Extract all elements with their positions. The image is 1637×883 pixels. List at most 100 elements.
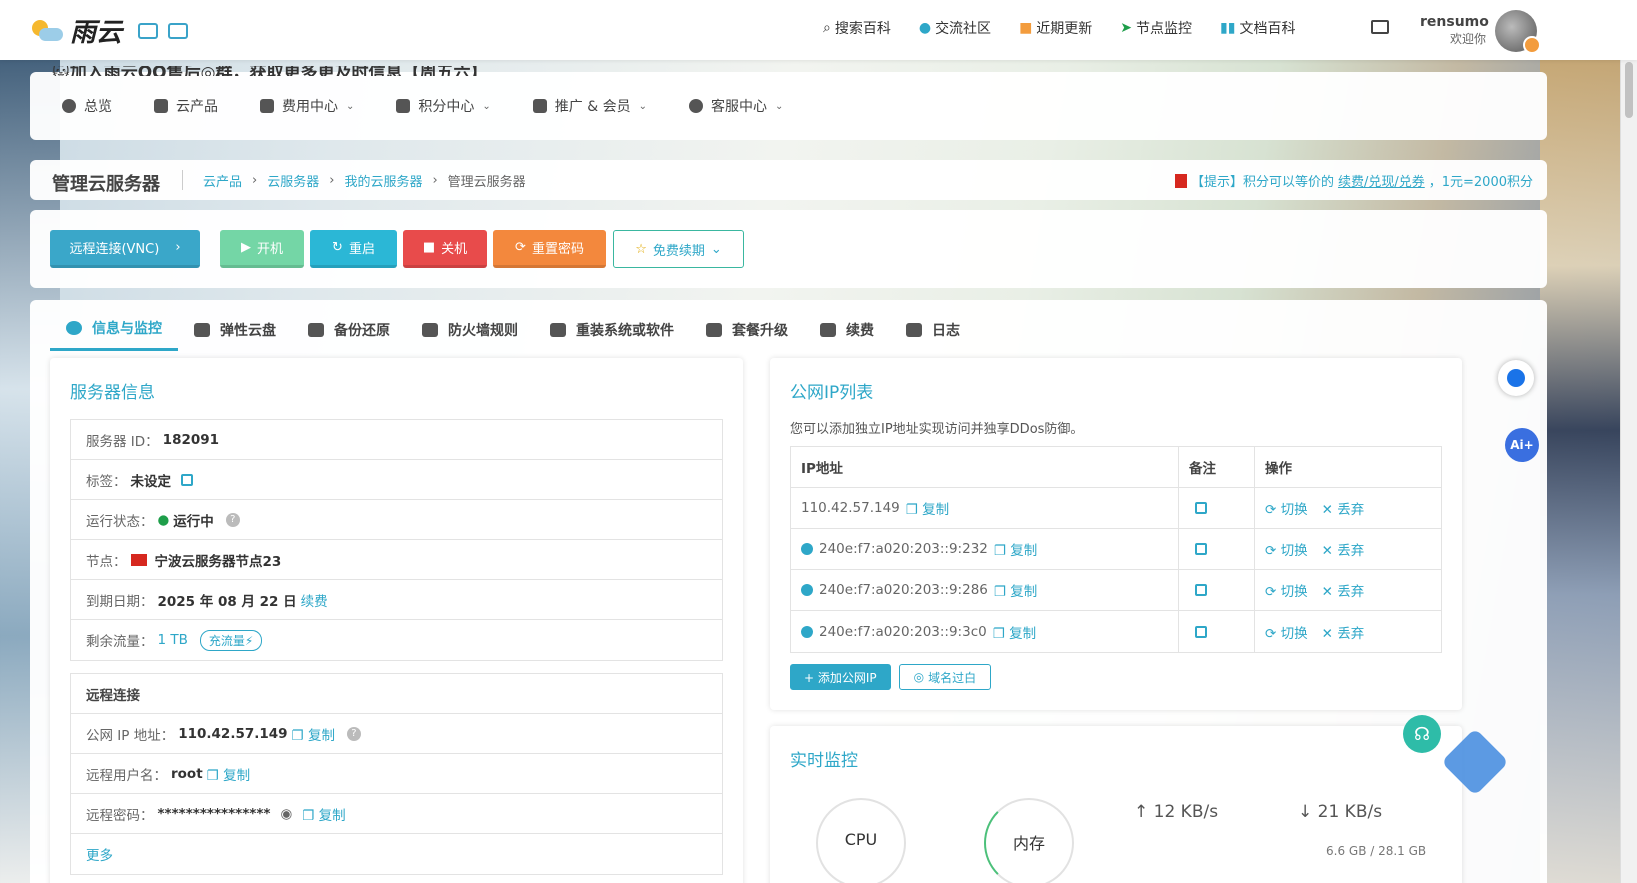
hdd-icon (194, 322, 210, 337)
chevron-right-icon: › (175, 240, 181, 255)
menu-item-promotion[interactable]: 推广 & 会员 ⌄ (532, 96, 647, 116)
announcement[interactable]: 🐱加入雨云QQ售后◎群，获取更多更及时信息【周五六】 (52, 66, 487, 76)
tab-log[interactable]: 日志 (890, 312, 976, 351)
menu-item-points[interactable]: 积分中心 ⌄ (396, 96, 491, 116)
action-cell: ⟳ 切换 ✕ 丢弃 (1255, 570, 1441, 610)
help-icon[interactable]: ? (225, 512, 240, 527)
action-bar: 远程连接(VNC) › ▶ 开机 ↻ 重启 ■ 关机 ⟳ 重置密码 ☆ 免费续期 ⌄ (30, 210, 1547, 288)
chat-icon (1507, 369, 1525, 387)
main-menu: 总览 云产品 费用中心 ⌄ 积分中心 ⌄ 推广 & 会员 ⌄ 客服中心 ⌄ (62, 96, 783, 116)
mail-icon[interactable] (1371, 20, 1389, 34)
edit-icon[interactable] (1195, 584, 1207, 596)
server-info-table: 服务器 ID： 182091 标签： 未设定 运行状态： ● 运行中? 节点： 宁波云服务… (70, 419, 723, 661)
realtime-monitor-card: 实时监控 CPU 内存 ↑ 12 KB/s ↓ 21 KB/s 6.6 GB /… (770, 726, 1462, 883)
breadcrumb-link[interactable]: 我的云服务器 (344, 171, 422, 190)
nav-label: 交流社区 (935, 21, 992, 37)
restart-button[interactable]: ↻ 重启 (310, 230, 397, 268)
menu-item-products[interactable]: 云产品 (154, 96, 218, 116)
column-header: 备注 (1179, 447, 1255, 487)
discard-button[interactable]: ✕ 丢弃 (1322, 622, 1365, 642)
copy-button[interactable]: ❐ 复制 (994, 539, 1037, 559)
menu-item-support[interactable]: 客服中心 ⌄ (689, 96, 783, 116)
free-renew-button[interactable]: ☆ 免费续期 ⌄ (613, 230, 744, 268)
switch-button[interactable]: ⟳ 切换 (1265, 498, 1308, 518)
info-row-id: 服务器 ID： 182091 (71, 420, 722, 460)
gauge-label: 内存 (1012, 834, 1045, 853)
scrollbar[interactable] (1620, 60, 1637, 883)
server-id: 182091 (162, 431, 220, 448)
avatar[interactable] (1495, 10, 1541, 54)
card-title: 服务器信息 (70, 383, 155, 403)
tab-disk[interactable]: 弹性云盘 (178, 312, 292, 351)
menu-label: 推广 & 会员 (554, 99, 631, 115)
menu-item-overview[interactable]: 总览 (62, 96, 112, 116)
card-title: 公网IP列表 (790, 383, 874, 403)
shutdown-button[interactable]: ■ 关机 (403, 230, 487, 268)
support-headset-button[interactable]: ☊ (1403, 715, 1441, 753)
renew-link[interactable]: 续费 (301, 590, 328, 610)
edit-icon[interactable] (1195, 502, 1207, 514)
tab-reinstall[interactable]: 重装系统或软件 (534, 312, 690, 351)
edit-icon[interactable] (1195, 543, 1207, 555)
tab-firewall[interactable]: 防火墙规则 (406, 312, 534, 351)
copy-button[interactable]: ❐ 复制 (993, 622, 1036, 642)
edit-icon[interactable] (1195, 625, 1207, 638)
discard-button[interactable]: ✕ 丢弃 (1322, 539, 1365, 559)
vnc-button[interactable]: 远程连接(VNC) › (50, 230, 200, 268)
float-chat-button[interactable] (1498, 360, 1534, 396)
copy-button[interactable]: ❐ 复制 (906, 498, 949, 518)
translate-icon[interactable] (168, 22, 189, 39)
eye-icon[interactable]: ◉ (280, 806, 292, 822)
nav-item-docs[interactable]: ▮▮ 文档百科 (1220, 18, 1295, 38)
start-button[interactable]: ▶ 开机 (220, 230, 304, 268)
copy-label: 复制 (318, 807, 346, 824)
scrollbar-thumb[interactable] (1625, 62, 1633, 118)
copy-button[interactable]: ❐ 复制 (302, 804, 345, 824)
chevron-down-icon: ⌄ (638, 100, 647, 112)
switch-button[interactable]: ⟳ 切换 (1265, 539, 1308, 559)
tab-renew[interactable]: 续费 (804, 312, 890, 351)
user-info[interactable]: rensumo 欢迎你 (1420, 14, 1489, 47)
copy-button[interactable]: ❐ 复制 (292, 724, 335, 744)
info-row-node: 节点： 宁波云服务器节点23 (71, 540, 722, 580)
switch-label: 切换 (1280, 625, 1308, 642)
tab-backup[interactable]: 备份还原 (292, 312, 406, 351)
row-label: 运行状态： (86, 513, 154, 530)
nav-item-search[interactable]: ⌕ 搜索百科 (823, 18, 891, 38)
breadcrumb: 云产品 › 云服务器 › 我的云服务器 › 管理云服务器 (182, 170, 526, 190)
breadcrumb-link[interactable]: 云产品 (203, 171, 242, 190)
chevron-right-icon: › (252, 172, 258, 188)
download-speed: ↓ 21 KB/s (1298, 802, 1382, 822)
image-icon[interactable] (138, 22, 159, 39)
help-icon[interactable]: ? (346, 726, 361, 741)
edit-icon[interactable] (181, 473, 193, 486)
add-ip-button[interactable]: + 添加公网IP (790, 664, 891, 690)
discard-button[interactable]: ✕ 丢弃 (1322, 498, 1365, 518)
nav-label: 文档百科 (1239, 21, 1296, 37)
nav-item-updates[interactable]: ■ 近期更新 (1019, 18, 1092, 38)
logo[interactable]: 雨云 (30, 12, 189, 49)
section-title: 远程连接 (86, 687, 140, 704)
recharge-traffic-button[interactable]: 充流量⚡ (199, 629, 263, 651)
breadcrumb-link[interactable]: 云服务器 (267, 171, 319, 190)
headset-icon (689, 99, 703, 113)
tab-info-monitor[interactable]: 信息与监控 (50, 312, 178, 351)
users-icon (532, 99, 547, 113)
more-link[interactable]: 更多 (86, 844, 113, 864)
domain-whitelist-button[interactable]: ◎ 域名过白 (898, 664, 992, 690)
tab-upgrade[interactable]: 套餐升级 (690, 312, 804, 351)
discard-label: 丢弃 (1337, 543, 1365, 559)
switch-button[interactable]: ⟳ 切换 (1265, 622, 1308, 642)
reset-password-button[interactable]: ⟳ 重置密码 (493, 230, 606, 268)
nav-item-community[interactable]: ● 交流社区 (919, 18, 991, 38)
tip-banner: 【提示】积分可以等价的 续费/兑现/兑券 ，1元=2000积分 (1174, 171, 1533, 190)
nav-item-monitor[interactable]: ➤ 节点监控 (1120, 18, 1192, 38)
copy-button[interactable]: ❐ 复制 (207, 764, 250, 784)
discard-button[interactable]: ✕ 丢弃 (1322, 580, 1365, 600)
tip-link[interactable]: 续费/兑现/兑券 (1338, 171, 1425, 190)
server-tag: 未设定 (130, 473, 172, 490)
ai-assistant-button[interactable]: Ai+ (1505, 428, 1539, 462)
switch-button[interactable]: ⟳ 切换 (1265, 580, 1308, 600)
menu-item-billing[interactable]: 费用中心 ⌄ (260, 96, 354, 116)
copy-button[interactable]: ❐ 复制 (994, 580, 1037, 600)
